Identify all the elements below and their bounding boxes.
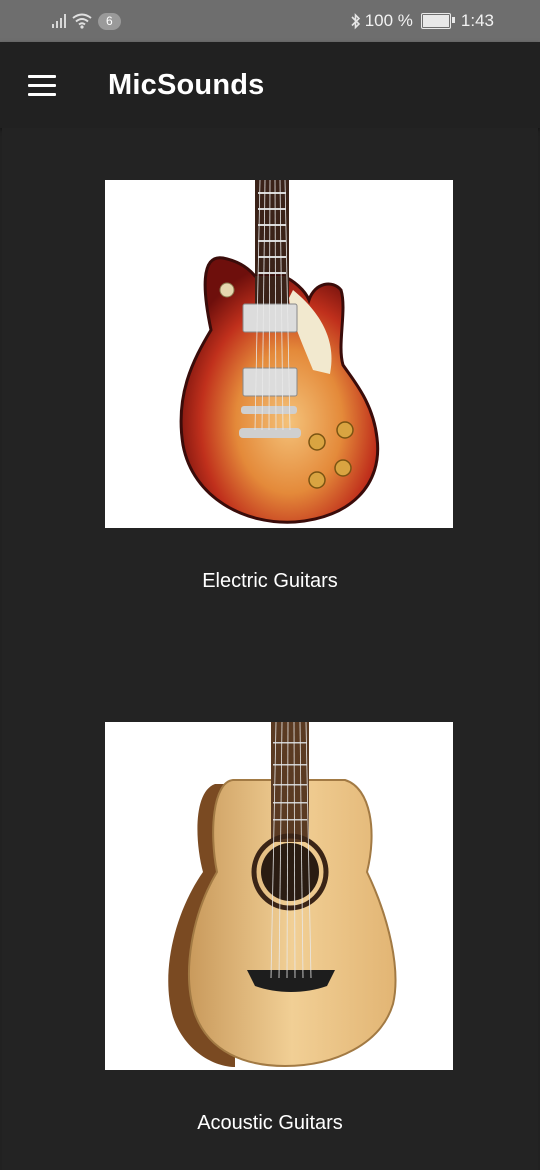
- network-badge: 6: [98, 12, 121, 30]
- acoustic-guitar-image[interactable]: [105, 722, 453, 1070]
- electric-guitar-image[interactable]: [105, 180, 453, 528]
- hamburger-menu-icon[interactable]: [14, 57, 70, 113]
- status-left: 6: [0, 12, 121, 30]
- battery-icon: [420, 13, 455, 29]
- app-title: MicSounds: [108, 68, 265, 101]
- category-card-electric-guitars[interactable]: Electric Guitars: [0, 180, 540, 600]
- app-bar: MicSounds: [0, 42, 540, 128]
- status-right: 100 % 1:43: [350, 11, 540, 31]
- wifi-icon: [72, 13, 92, 29]
- signal-icon: [52, 14, 66, 28]
- bluetooth-icon: [351, 12, 360, 29]
- status-time: 1:43: [460, 11, 494, 30]
- battery-percent: 100 %: [364, 11, 413, 30]
- category-label-acoustic-guitars: Acoustic Guitars: [197, 1112, 343, 1134]
- status-bar: 6 100 % 1:43: [0, 0, 540, 42]
- category-label-electric-guitars: Electric Guitars: [202, 570, 338, 592]
- category-card-acoustic-guitars[interactable]: Acoustic Guitars: [0, 722, 540, 1142]
